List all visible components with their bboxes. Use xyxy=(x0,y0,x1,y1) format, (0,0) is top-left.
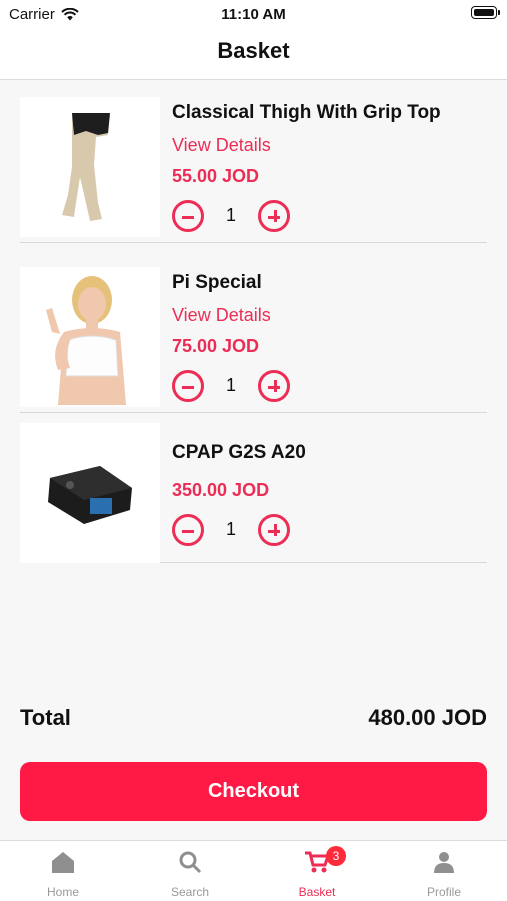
quantity-value: 1 xyxy=(225,375,236,395)
total-value: 480.00 JOD xyxy=(368,705,487,730)
view-details-link[interactable]: View Details xyxy=(172,135,271,156)
increase-quantity-button[interactable] xyxy=(258,200,290,232)
decrease-quantity-button[interactable] xyxy=(172,514,204,546)
total-label: Total xyxy=(20,705,71,730)
profile-icon xyxy=(434,852,454,873)
decrease-quantity-button[interactable] xyxy=(172,200,204,232)
status-bar: Carrier 11:10 AM xyxy=(0,0,507,28)
item-price: 350.00 JOD xyxy=(172,480,270,500)
stocking-leg-image[interactable] xyxy=(20,97,160,237)
tab-bar: Home Search 3 Basket Profile xyxy=(0,840,507,901)
item-name: Pi Special xyxy=(172,272,262,293)
home-icon xyxy=(52,852,74,873)
quantity-stepper: 1 xyxy=(172,514,294,550)
cpap-device-image[interactable] xyxy=(20,423,160,563)
increase-quantity-button[interactable] xyxy=(258,514,290,546)
tab-label: Home xyxy=(46,885,79,899)
checkout-button[interactable]: Checkout xyxy=(20,762,487,821)
item-price: 55.00 JOD xyxy=(172,166,260,186)
tab-label: Search xyxy=(170,885,210,899)
item-name: Classical Thigh With Grip Top xyxy=(172,102,441,123)
tab-home[interactable]: Home xyxy=(0,841,126,901)
cart-count-badge: 3 xyxy=(326,846,346,866)
tab-label: Basket xyxy=(298,885,336,899)
quantity-stepper: 1 xyxy=(172,200,294,236)
battery-icon xyxy=(471,6,500,19)
clock: 11:10 AM xyxy=(221,6,286,23)
tab-search[interactable]: Search xyxy=(127,841,253,901)
quantity-value: 1 xyxy=(225,205,236,225)
basket-item-thigh: Classical Thigh With Grip Top View Detai… xyxy=(20,92,487,243)
item-name: CPAP G2S A20 xyxy=(172,442,306,463)
increase-quantity-button[interactable] xyxy=(258,370,290,402)
quantity-stepper: 1 xyxy=(172,370,294,406)
basket-item-pi-special: Pi Special View Details 75.00 JOD 1 xyxy=(20,262,487,413)
decrease-quantity-button[interactable] xyxy=(172,370,204,402)
woman-bra-image[interactable] xyxy=(20,267,160,407)
nav-bar: Basket xyxy=(0,28,507,80)
page-title: Basket xyxy=(217,38,290,63)
tab-profile[interactable]: Profile xyxy=(381,841,507,901)
tab-basket[interactable]: 3 Basket xyxy=(254,841,380,901)
item-price: 75.00 JOD xyxy=(172,336,260,356)
basket-item-cpap: CPAP G2S A20 350.00 JOD 1 xyxy=(20,418,487,563)
search-icon xyxy=(179,851,202,874)
quantity-value: 1 xyxy=(225,519,236,539)
tab-label: Profile xyxy=(426,885,461,899)
view-details-link[interactable]: View Details xyxy=(172,305,271,326)
